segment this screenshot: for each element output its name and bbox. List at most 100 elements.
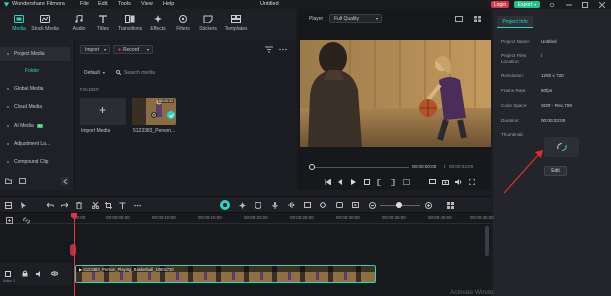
import-dropdown[interactable]: Import ▾ [80,45,110,54]
add-track-icon[interactable] [5,216,13,224]
login-button[interactable]: Login [491,1,509,8]
step-back-icon[interactable] [336,178,344,186]
tab-filters[interactable]: Filters [172,9,194,37]
app-name: Wondershare Filmora [12,1,65,7]
maximize-icon[interactable] [581,1,588,8]
new-folder-icon[interactable] [4,177,12,185]
filter-sort-icon[interactable] [264,45,273,54]
snapshot-icon[interactable] [454,15,463,22]
playhead-marker[interactable] [70,244,76,256]
auto-highlight-icon[interactable] [238,201,246,209]
close-icon[interactable] [598,1,605,8]
sidebar-item-cloud-media[interactable]: Cloud Media [0,100,70,114]
quality-dropdown[interactable]: Full Quality ▾ [329,14,382,23]
fullscreen-icon[interactable] [468,178,476,186]
volume-icon[interactable] [454,178,462,186]
media-clip-thumbnail[interactable]: 00:00:33 [132,98,176,125]
settings-icon[interactable] [548,1,555,8]
menu-help[interactable]: Help [163,1,174,7]
zoom-out-icon[interactable] [368,201,376,209]
select-tool-icon[interactable] [19,201,27,209]
playhead-line[interactable] [73,218,75,296]
layout-icon[interactable] [4,201,12,209]
collapse-sidebar-icon[interactable] [61,177,69,185]
speaker-icon[interactable] [36,270,43,277]
mark-out-icon[interactable] [388,178,396,186]
tab-stickers-label: Stickers [199,26,217,32]
sidebar-item-compound-clip[interactable]: Compound Clip [0,155,70,169]
delete-icon[interactable] [75,201,83,209]
zoom-slider-handle[interactable] [396,202,402,208]
tab-project-info[interactable]: Project Info [497,16,533,28]
export-button[interactable]: Export ▾ [514,1,540,8]
tab-titles[interactable]: Titles [92,9,114,37]
previous-frame-icon[interactable] [324,178,332,186]
sidebar-item-ai-media[interactable]: AI Media AI [0,119,70,133]
split-icon[interactable] [91,201,99,209]
shield-icon[interactable] [254,201,262,209]
render-preview-icon[interactable] [402,178,410,186]
more-tools-icon[interactable] [133,201,141,209]
minimize-icon[interactable] [565,1,572,8]
magnetic-snap-icon[interactable] [220,200,230,210]
timeline-video-clip[interactable]: ▶ 5123383_Person_Playing_Basketball_1080… [75,265,376,283]
tab-filters-label: Filters [176,26,190,32]
link-icon[interactable] [22,216,30,224]
tab-effects[interactable]: Effects [147,9,169,37]
sort-default-dropdown[interactable]: Default ▾ [80,68,110,77]
video-frame-image [300,40,491,147]
eye-icon[interactable] [51,270,58,277]
menu-view[interactable]: View [141,1,153,7]
grid-layout-icon[interactable] [446,201,454,209]
lock-icon[interactable] [21,270,28,277]
render-icon[interactable] [351,201,359,209]
menu-file[interactable]: File [80,1,89,7]
tab-media[interactable]: Media [8,9,30,37]
tab-effects-label: Effects [150,26,166,32]
media-icon [14,15,24,23]
grid-view-icon[interactable] [473,15,482,22]
tab-audio[interactable]: Audio [68,9,90,37]
sidebar-item-global-media[interactable]: Global Media [0,82,70,96]
import-media-tile[interactable]: + [80,98,126,125]
search-media[interactable]: Search media [113,68,291,77]
ruler-tick: 00:00:15:00 [198,215,222,220]
sidebar-item-folder[interactable]: Folder [0,64,70,78]
record-dropdown[interactable]: ● Record ▾ [113,45,153,54]
scrubber-track[interactable] [315,166,409,168]
playback-controls [297,177,491,187]
more-options-icon[interactable] [278,45,287,54]
import-folder-icon[interactable] [18,177,26,185]
edit-thumbnail-button[interactable]: Edit [544,166,567,176]
thumbnail-preview[interactable] [544,137,579,157]
timeline-scrollbar[interactable] [485,226,489,256]
voiceover-icon[interactable] [287,201,295,209]
chevron-down-icon: ▾ [534,2,537,7]
play-icon[interactable] [349,178,357,186]
video-preview[interactable] [300,40,491,147]
tts-icon[interactable] [303,201,311,209]
menu-edit[interactable]: Edit [98,1,107,7]
stop-icon[interactable] [363,178,371,186]
chevron-down-icon: ▾ [102,70,105,75]
sidebar-item-project-media[interactable]: Project Media [0,47,70,61]
mark-in-icon[interactable] [375,178,383,186]
microphone-icon[interactable] [271,201,279,209]
camera-icon[interactable] [441,178,449,186]
tab-templates[interactable]: Templates [225,9,247,37]
tab-stickers[interactable]: Stickers [197,9,219,37]
sidebar-item-adjustment-layer[interactable]: Adjustment La... [0,137,70,151]
keyframe-icon[interactable] [319,201,327,209]
crop-icon[interactable] [104,201,112,209]
redo-icon[interactable] [60,201,68,209]
zoom-in-icon[interactable] [424,201,432,209]
plus-icon: + [99,103,107,117]
tab-transitions[interactable]: Transitions [118,9,142,37]
menu-tools[interactable]: Tools [118,1,131,7]
ai-tool-icon[interactable] [335,201,343,209]
text-tool-icon[interactable] [118,201,126,209]
display-settings-icon[interactable] [428,178,436,186]
tab-stock-media[interactable]: Stock Media [31,9,59,37]
undo-icon[interactable] [46,201,54,209]
favorite-icon[interactable] [151,112,157,118]
